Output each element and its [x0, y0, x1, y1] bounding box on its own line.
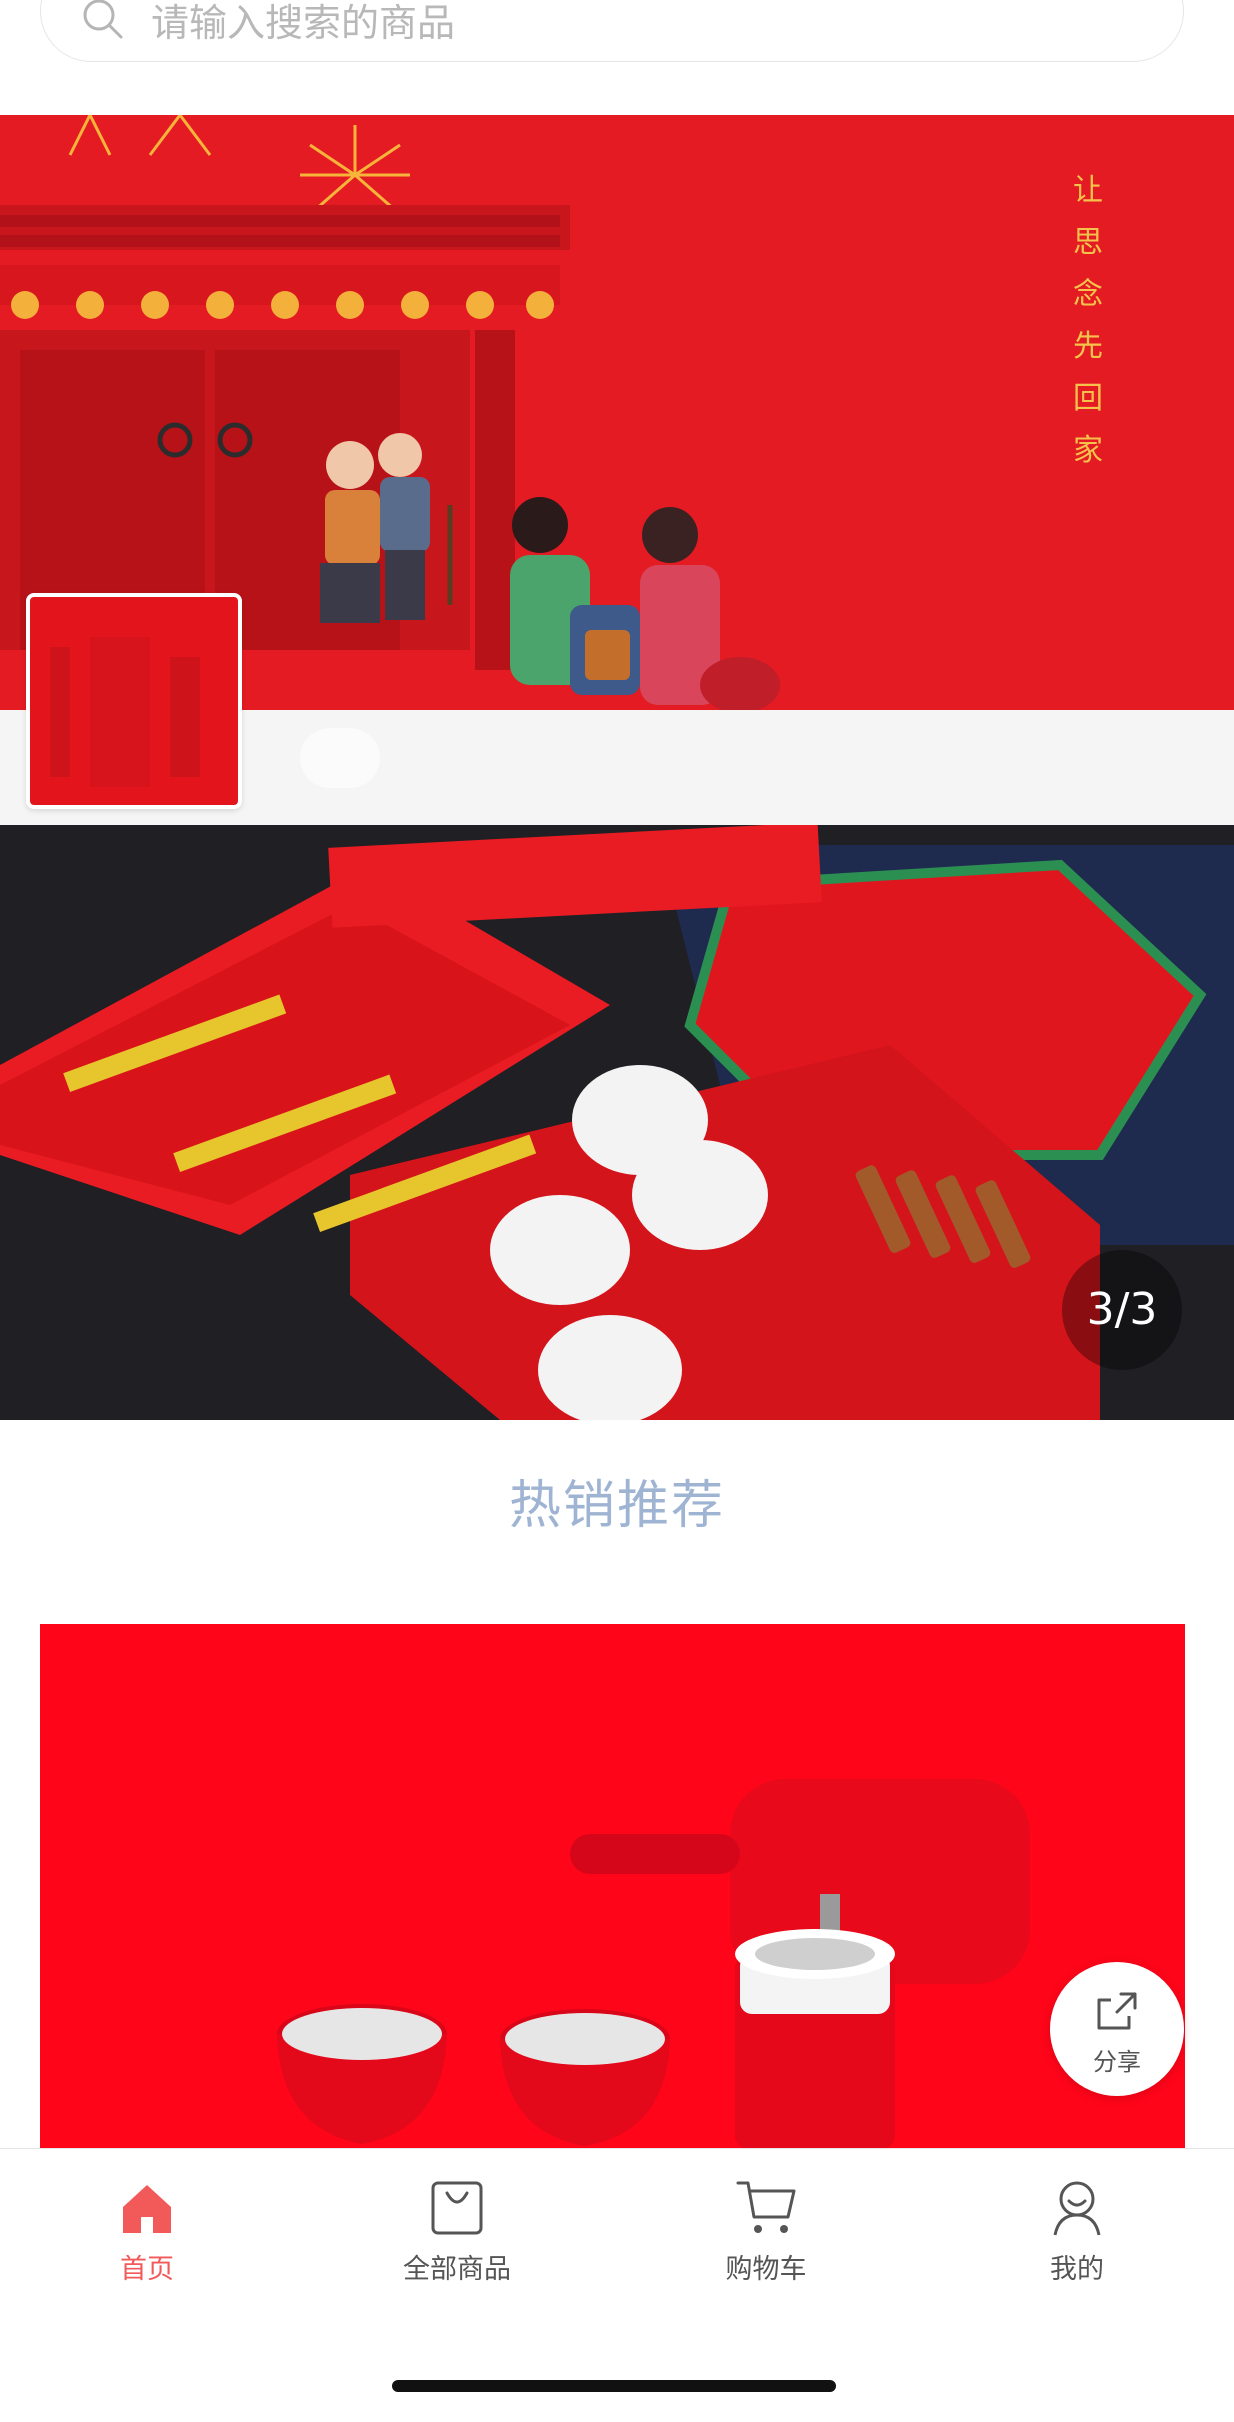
- product-image[interactable]: [40, 1624, 1185, 2149]
- search-icon: [83, 0, 123, 39]
- shopping-bag-icon: [431, 2181, 483, 2235]
- carousel-dot[interactable]: [300, 728, 380, 788]
- tab-all-products-label: 全部商品: [403, 2254, 511, 2285]
- tagline-char: 让: [1073, 173, 1103, 208]
- tagline-char: 先: [1073, 329, 1103, 364]
- home-indicator[interactable]: [392, 2380, 836, 2392]
- tab-mine[interactable]: 我的: [997, 2177, 1157, 2286]
- tagline-char: 念: [1073, 277, 1103, 312]
- section-title: 热销推荐: [508, 1476, 725, 1536]
- share-label: 分享: [1093, 2048, 1141, 2076]
- banner-gift-set[interactable]: [0, 825, 1234, 1420]
- user-icon: [1053, 2181, 1101, 2236]
- banner-thumbnail[interactable]: [26, 593, 242, 809]
- tab-home[interactable]: 首页: [67, 2177, 227, 2286]
- thumbnail-image: [50, 637, 200, 787]
- tagline-char: 思: [1073, 225, 1103, 260]
- tea-set-image: [40, 1624, 1185, 2149]
- tagline-char: 家: [1073, 433, 1103, 468]
- search-placeholder: 请输入搜索的商品: [151, 1, 456, 45]
- share-icon: [1097, 1992, 1137, 2030]
- gift-box-image: [0, 825, 1234, 1420]
- tab-mine-label: 我的: [1050, 2254, 1104, 2285]
- tab-cart[interactable]: 购物车: [686, 2177, 846, 2286]
- cart-icon: [736, 2181, 796, 2233]
- tab-cart-label: 购物车: [725, 2254, 807, 2285]
- home-icon: [123, 2185, 171, 2233]
- share-button[interactable]: 分享: [1050, 1962, 1184, 2096]
- tagline-char: 回: [1073, 381, 1103, 416]
- tab-all-products[interactable]: 全部商品: [377, 2177, 537, 2286]
- search-bar[interactable]: 请输入搜索的商品: [40, 0, 1184, 62]
- carousel-counter: 3/3: [1062, 1250, 1182, 1370]
- tab-home-label: 首页: [120, 2254, 174, 2285]
